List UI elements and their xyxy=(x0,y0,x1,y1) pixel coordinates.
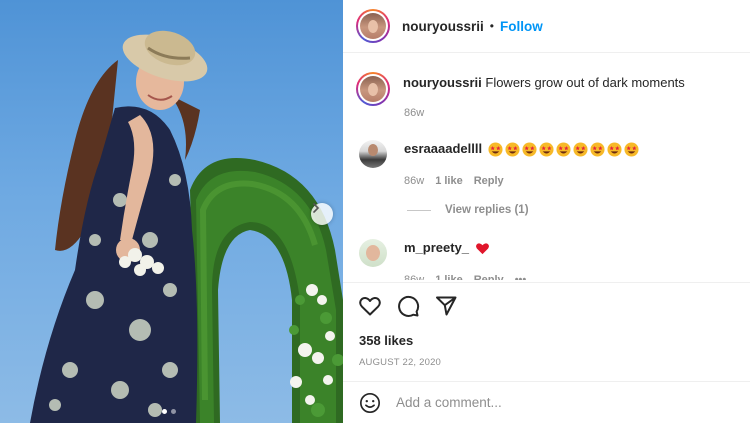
reply-button[interactable]: Reply xyxy=(474,271,504,280)
post-header: nouryoussrii • Follow xyxy=(343,0,750,53)
add-comment-bar xyxy=(343,381,750,423)
commenter-avatar[interactable] xyxy=(359,239,387,267)
comment-age: 86w xyxy=(404,175,425,187)
more-options-icon[interactable]: ••• xyxy=(515,271,527,280)
star-struck-emoji-icon xyxy=(607,142,622,157)
comment-item: esraaaadellll 86w 1 like Reply xyxy=(359,140,639,190)
caption-username[interactable]: nouryoussrii xyxy=(403,75,482,90)
follow-button[interactable]: Follow xyxy=(500,19,543,34)
comment-emojis xyxy=(488,142,639,157)
caption-age: 86w xyxy=(404,107,425,119)
comment-input[interactable] xyxy=(396,395,696,410)
comment-likes[interactable]: 1 like xyxy=(435,172,463,190)
post-actions: 358 likes AUGUST 22, 2020 xyxy=(343,282,750,380)
reply-button[interactable]: Reply xyxy=(474,172,504,190)
star-struck-emoji-icon xyxy=(573,142,588,157)
heart-icon xyxy=(359,296,381,316)
carousel-indicator xyxy=(162,409,176,414)
carousel-dot xyxy=(171,409,176,414)
commenter-username[interactable]: esraaaadellll xyxy=(404,141,482,156)
star-struck-emoji-icon xyxy=(522,142,537,157)
post-date: AUGUST 22, 2020 xyxy=(359,357,442,368)
caption-text: Flowers grow out of dark moments xyxy=(485,75,685,90)
post-photo[interactable] xyxy=(0,0,343,423)
emoji-picker-button[interactable] xyxy=(358,391,382,415)
star-struck-emoji-icon xyxy=(505,142,520,157)
likes-count[interactable]: 358 likes xyxy=(359,333,413,348)
comment-age: 86w xyxy=(404,274,425,280)
share-button[interactable] xyxy=(433,293,459,319)
post-caption: nouryoussrii Flowers grow out of dark mo… xyxy=(356,72,685,119)
view-replies-label: View replies (1) xyxy=(445,204,529,216)
comment-likes[interactable]: 1 like xyxy=(435,271,463,280)
comments-list[interactable]: nouryoussrii Flowers grow out of dark mo… xyxy=(343,54,750,280)
emoji-icon xyxy=(360,392,380,413)
caption-avatar[interactable] xyxy=(356,72,390,106)
author-avatar[interactable] xyxy=(356,9,390,43)
commenter-username[interactable]: m_preety_ xyxy=(404,240,469,255)
carousel-dot-active xyxy=(162,409,167,414)
separator-dot: • xyxy=(489,19,494,33)
commenter-avatar[interactable] xyxy=(359,140,387,168)
replies-divider xyxy=(407,209,431,211)
star-struck-emoji-icon xyxy=(539,142,554,157)
star-struck-emoji-icon xyxy=(556,142,571,157)
next-slide-button[interactable] xyxy=(311,203,333,225)
author-username[interactable]: nouryoussrii xyxy=(402,19,484,34)
view-replies-button[interactable]: View replies (1) xyxy=(407,204,529,216)
star-struck-emoji-icon xyxy=(488,142,503,157)
comment-icon xyxy=(398,295,420,317)
star-struck-emoji-icon xyxy=(624,142,639,157)
comment-item: m_preety_ 86w 1 like Reply ••• xyxy=(359,239,526,280)
photo-scene xyxy=(30,30,343,423)
red-heart-icon xyxy=(475,243,489,255)
star-struck-emoji-icon xyxy=(590,142,605,157)
post-side-panel: nouryoussrii • Follow nouryoussrii Flowe… xyxy=(343,0,750,423)
like-button[interactable] xyxy=(357,293,383,319)
chevron-right-icon xyxy=(313,203,320,213)
send-icon xyxy=(436,296,457,316)
comment-button[interactable] xyxy=(395,293,421,319)
